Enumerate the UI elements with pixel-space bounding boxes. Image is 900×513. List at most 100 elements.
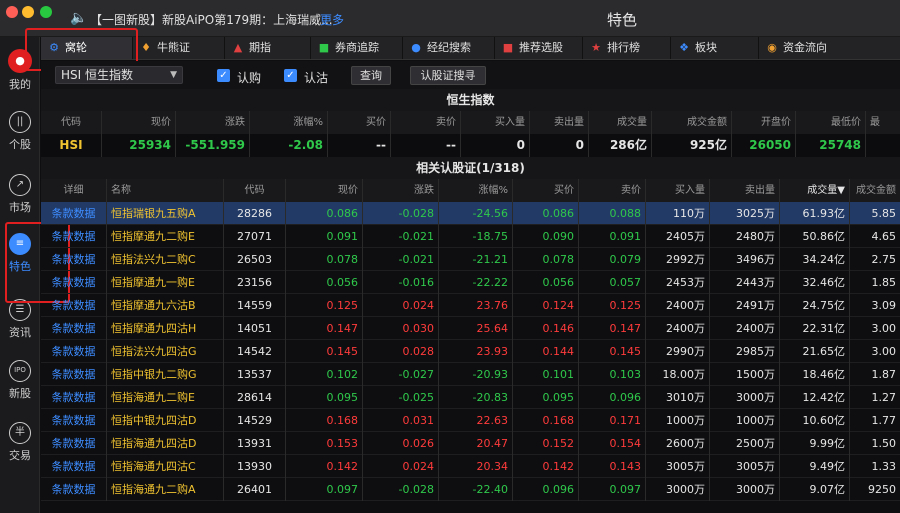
index-data-row[interactable]: HSI 25934 -551.959 -2.08 -- -- 0 0 286亿 …: [41, 134, 900, 157]
feature-toolbar: ⚙ 窝轮 ♦ 牛熊证 ▲ 期指 ■ 券商追踪 ● 经纪搜索 ■ 推荐选股 ★ 排行榜 ❖ 板块 …: [41, 37, 900, 60]
table-row[interactable]: 条款数据 恒指海通九二购E 28614 0.095 -0.025 -20.83 0.095 0…: [41, 386, 900, 409]
warrant-ask-volume: 1500万: [710, 363, 780, 386]
warrant-price: 0.142: [286, 455, 363, 478]
tab-money-flow[interactable]: ◉ 资金流向: [759, 37, 900, 59]
warrant-search-button[interactable]: 认股证搜寻: [410, 66, 486, 85]
column-header: 最低价: [796, 111, 866, 134]
column-header: 代码: [41, 111, 102, 134]
terms-data-link[interactable]: 条款数据: [41, 248, 107, 271]
tab-bull-bear[interactable]: ♦ 牛熊证: [133, 37, 225, 59]
warrant-ask-volume: 3000万: [710, 478, 780, 501]
column-header: 代码: [224, 179, 286, 202]
warrant-change-pct: -20.83: [439, 386, 513, 409]
index-panel-title: 恒生指数: [41, 89, 900, 111]
sidebar-item-market[interactable]: ↗ 市场: [0, 174, 40, 215]
terms-data-link[interactable]: 条款数据: [41, 340, 107, 363]
terms-data-link[interactable]: 条款数据: [41, 317, 107, 340]
terms-data-link[interactable]: 条款数据: [41, 432, 107, 455]
tab-broker-search[interactable]: ● 经纪搜索: [403, 37, 495, 59]
warrant-turnover: 1.77: [871, 414, 897, 427]
warrant-code: 28286: [224, 202, 286, 225]
column-header[interactable]: 卖出量: [710, 179, 780, 202]
column-header: 最: [870, 117, 880, 128]
terms-data-link[interactable]: 条款数据: [41, 271, 107, 294]
sidebar-item-stock[interactable]: || 个股: [0, 111, 40, 152]
warrant-change: -0.028: [363, 202, 439, 225]
tab-futures[interactable]: ▲ 期指: [225, 37, 311, 59]
warrant-bid: 0.142: [513, 455, 579, 478]
warrant-bid: 0.086: [513, 202, 579, 225]
column-header[interactable]: 成交金额: [850, 179, 900, 202]
warrant-change-pct: -18.75: [439, 225, 513, 248]
sidebar-item-ipo[interactable]: IPO 新股: [0, 360, 40, 401]
warrant-code: 14051: [224, 317, 286, 340]
put-checkbox[interactable]: ✓: [284, 69, 297, 82]
put-label: 认沽: [304, 71, 329, 85]
table-row[interactable]: 条款数据 恒指摩通九一购E 23156 0.056 -0.016 -22.22 0.056 0…: [41, 271, 900, 294]
table-row[interactable]: 条款数据 恒指中银九四沽D 14529 0.168 0.031 22.63 0.168 0.1…: [41, 409, 900, 432]
broker-icon: ■: [318, 41, 330, 54]
tab-sector[interactable]: ❖ 板块: [671, 37, 759, 59]
warrant-bid: 0.078: [513, 248, 579, 271]
warrant-volume: 9.49亿: [780, 455, 850, 478]
warrant-ask-volume: 2985万: [710, 340, 780, 363]
table-row[interactable]: 条款数据 恒指法兴九二购C 26503 0.078 -0.021 -21.21 0.078 0…: [41, 248, 900, 271]
warrant-bid-volume: 3000万: [646, 478, 710, 501]
warrant-bid: 0.095: [513, 386, 579, 409]
terms-data-link[interactable]: 条款数据: [41, 202, 107, 225]
terms-data-link[interactable]: 条款数据: [41, 478, 107, 501]
table-row[interactable]: 条款数据 恒指摩通九四沽H 14051 0.147 0.030 25.64 0.146 0.1…: [41, 317, 900, 340]
tab-broker-track[interactable]: ■ 券商追踪: [311, 37, 403, 59]
table-row[interactable]: 条款数据 恒指海通九四沽D 13931 0.153 0.026 20.47 0.152 0.1…: [41, 432, 900, 455]
column-header: 买入量: [646, 179, 710, 202]
terms-data-link[interactable]: 条款数据: [41, 386, 107, 409]
warrant-code: 13931: [224, 432, 286, 455]
terms-data-link[interactable]: 条款数据: [41, 294, 107, 317]
warrant-bid-volume: 1000万: [646, 409, 710, 432]
column-header: 成交量: [589, 111, 652, 134]
column-header: 现价: [286, 179, 363, 202]
warrant-ask-volume: 2443万: [710, 271, 780, 294]
table-row[interactable]: 条款数据 恒指海通九二购A 26401 0.097 -0.028 -22.40 0.096 0…: [41, 478, 900, 501]
table-row[interactable]: 条款数据 恒指瑞银九五购A 28286 0.086 -0.028 -24.56 0.086 0…: [41, 202, 900, 225]
warrant-bid-volume: 2400万: [646, 317, 710, 340]
terms-data-link[interactable]: 条款数据: [41, 409, 107, 432]
warrant-price: 0.145: [286, 340, 363, 363]
index-bid-volume: 0: [461, 134, 530, 157]
sidebar-item-news[interactable]: ☰ 资讯: [0, 299, 40, 340]
tab-label: 经纪搜索: [427, 41, 471, 54]
table-row[interactable]: 条款数据 恒指法兴九四沽G 14542 0.145 0.028 23.93 0.144 0.1…: [41, 340, 900, 363]
tab-ranking[interactable]: ★ 排行榜: [583, 37, 671, 59]
tab-recommend[interactable]: ■ 推荐选股: [495, 37, 583, 59]
table-row[interactable]: 条款数据 恒指中银九二购G 13537 0.102 -0.027 -20.93 0.101 0…: [41, 363, 900, 386]
index-bid: --: [328, 134, 391, 157]
table-row[interactable]: 条款数据 恒指海通九四沽C 13930 0.142 0.024 20.34 0.142 0.1…: [41, 455, 900, 478]
index-open: 26050: [732, 134, 796, 157]
warrant-ask: 0.147: [579, 317, 646, 340]
terms-data-link[interactable]: 条款数据: [41, 455, 107, 478]
index-price: 25934: [102, 134, 176, 157]
call-checkbox[interactable]: ✓: [217, 69, 230, 82]
table-row[interactable]: 条款数据 恒指摩通九二购E 27071 0.091 -0.021 -18.75 0.090 0…: [41, 225, 900, 248]
warrant-bid: 0.096: [513, 478, 579, 501]
warrant-price: 0.091: [286, 225, 363, 248]
query-button[interactable]: 查询: [351, 66, 391, 85]
warrant-ask: 0.096: [579, 386, 646, 409]
tab-label: 排行榜: [607, 41, 640, 54]
warrant-change: 0.030: [363, 317, 439, 340]
index-select[interactable]: HSI 恒生指数 ▼: [55, 66, 183, 84]
column-header: 买价: [513, 179, 579, 202]
warrant-code: 26401: [224, 478, 286, 501]
terms-data-link[interactable]: 条款数据: [41, 363, 107, 386]
warrant-volume: 50.86亿: [780, 225, 850, 248]
warrant-price: 0.095: [286, 386, 363, 409]
warrant-turnover: 2.75: [871, 253, 897, 266]
column-header-sorted[interactable]: 成交量▼: [780, 179, 850, 202]
sidebar-item-trade[interactable]: 半 交易: [0, 422, 40, 463]
warrant-name: 恒指海通九二购A: [107, 478, 224, 501]
warrant-price: 0.147: [286, 317, 363, 340]
table-row[interactable]: 条款数据 恒指摩通九六沽B 14559 0.125 0.024 23.76 0.124 0.1…: [41, 294, 900, 317]
warrant-change: -0.021: [363, 225, 439, 248]
terms-data-link[interactable]: 条款数据: [41, 225, 107, 248]
warrant-turnover: 5.85: [871, 207, 897, 220]
